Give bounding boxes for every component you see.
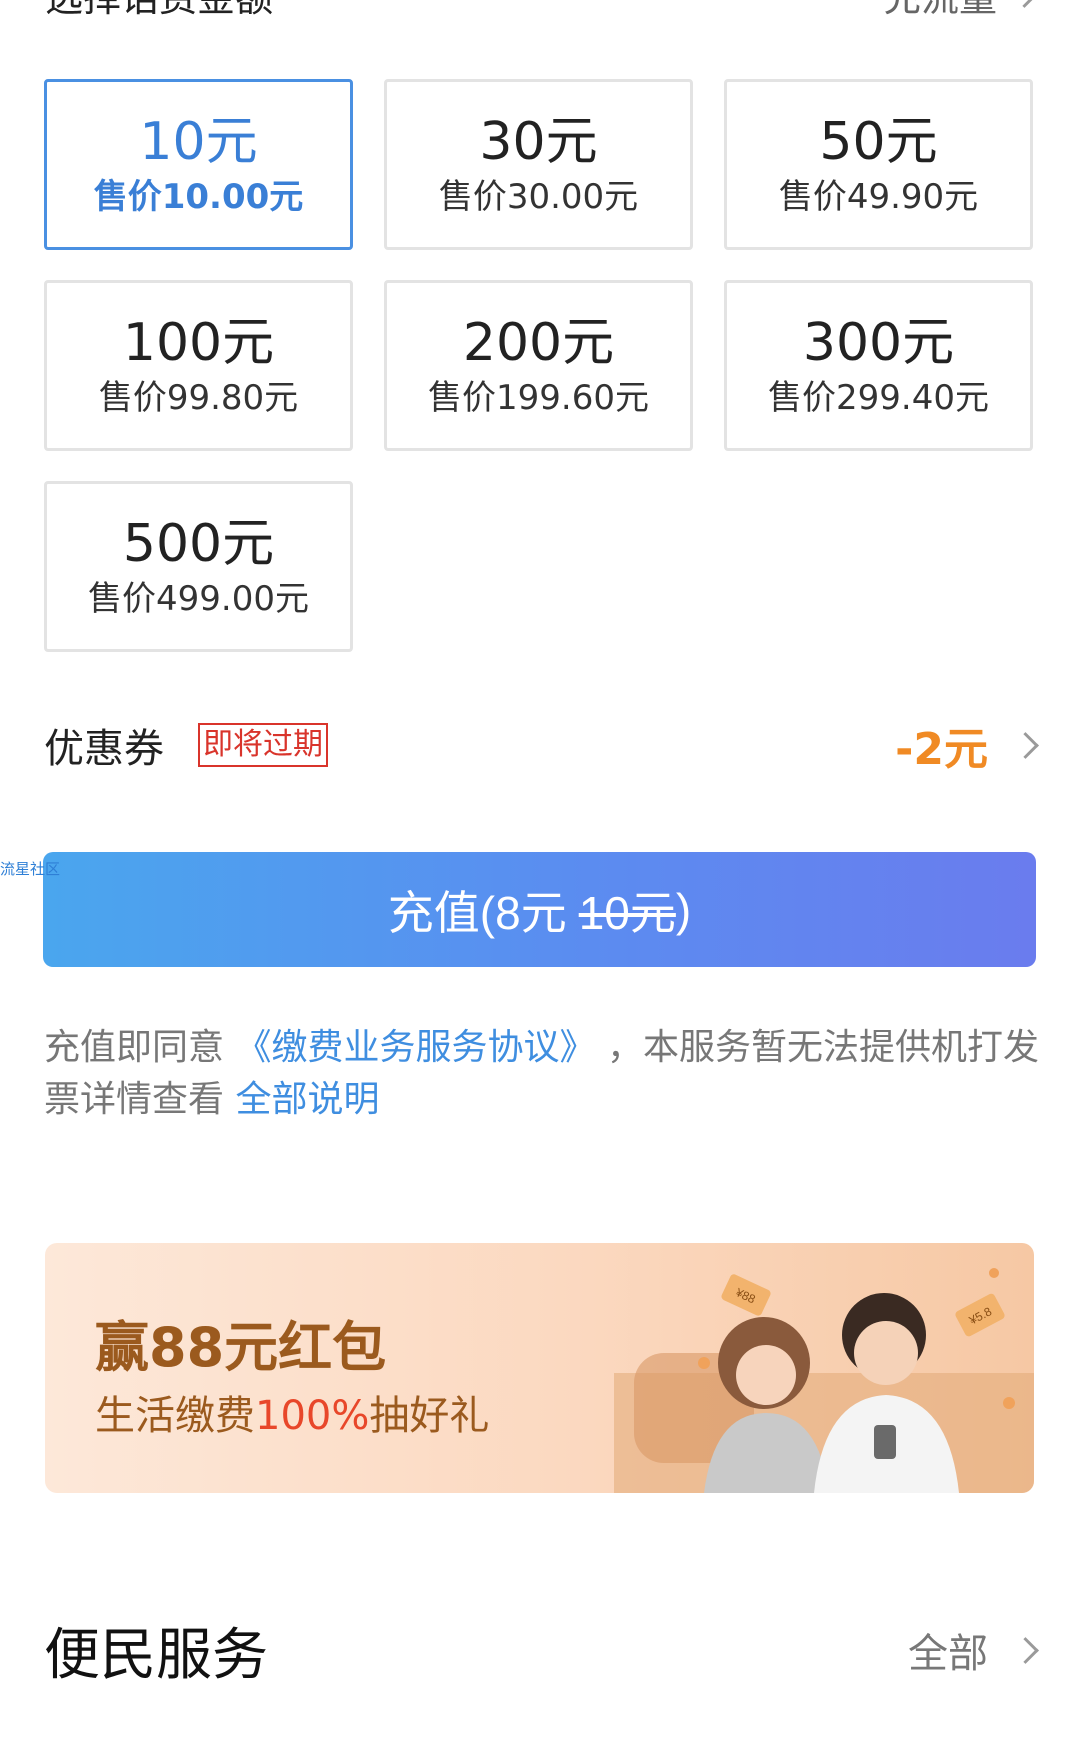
full-description-link[interactable]: 全部说明 [235, 1079, 379, 1120]
ticket-88: ¥88 [721, 1274, 771, 1316]
amount-sale-price: 售价99.80元 [98, 377, 299, 418]
amount-face-value: 500元 [122, 513, 275, 574]
original-price: 10元 [578, 886, 676, 939]
coupon-row[interactable]: 优惠券 即将过期 -2元 [44, 710, 1039, 780]
services-heading: 便民服务 [44, 1622, 268, 1688]
amount-face-value: 50元 [819, 111, 938, 172]
amount-option-300[interactable]: 300元 售价299.40元 [724, 280, 1033, 451]
promo-subtitle-prefix: 生活缴费 [95, 1393, 255, 1439]
amount-option-500[interactable]: 500元 售价499.00元 [44, 481, 353, 652]
data-recharge-label: 充流量 [883, 0, 997, 22]
promo-banner[interactable]: 赢88元红包 生活缴费100%抽好礼 ¥88 ¥5.8 [45, 1243, 1034, 1493]
promo-subtitle-highlight: 100% [255, 1393, 370, 1439]
agreement-text: 充值即同意 《缴费业务服务协议》 ，本服务暂无法提供机打发票详情查看 全部说明 [44, 1022, 1039, 1126]
amount-face-value: 100元 [122, 312, 275, 373]
coupon-label: 优惠券 [44, 726, 164, 772]
service-agreement-link[interactable]: 《缴费业务服务协议》 [235, 1027, 595, 1068]
amount-option-200[interactable]: 200元 售价199.60元 [384, 280, 693, 451]
coupon-discount: -2元 [895, 724, 988, 775]
recharge-suffix: ) [675, 883, 692, 936]
section-title: 选择话费金额 [45, 0, 273, 22]
amount-sale-price: 售价10.00元 [93, 176, 304, 217]
chevron-right-icon [1012, 1636, 1039, 1664]
amount-sale-price: 售价499.00元 [88, 578, 309, 619]
amount-sale-price: 售价199.60元 [428, 377, 649, 418]
amount-option-30[interactable]: 30元 售价30.00元 [384, 79, 693, 250]
watermark: 流星社区 [0, 860, 61, 878]
amount-face-value: 10元 [139, 111, 258, 172]
recharge-button[interactable]: 充值(8元 10元 ) [43, 852, 1036, 967]
coupon-value-group: -2元 [895, 713, 1039, 777]
amount-face-value: 30元 [479, 111, 598, 172]
amount-section-header: 选择话费金额 充流量 [45, 0, 1038, 20]
convenience-services-header: 便民服务 全部 [44, 1610, 1039, 1690]
chevron-right-icon [1011, 0, 1038, 8]
promo-subtitle-suffix: 抽好礼 [369, 1393, 490, 1439]
amount-face-value: 300元 [802, 312, 955, 373]
amount-sale-price: 售价49.90元 [778, 176, 979, 217]
view-all-label: 全部 [908, 1631, 988, 1677]
chevron-right-icon [1012, 731, 1039, 759]
recharge-page: 选择话费金额 充流量 10元 售价10.00元 30元 售价30.00元 50元… [0, 0, 1079, 1743]
recharge-price: 充值(8元 [387, 886, 567, 939]
amount-grid: 10元 售价10.00元 30元 售价30.00元 50元 售价49.90元 1… [44, 79, 1033, 652]
promo-subtitle: 生活缴费100%抽好礼 [95, 1383, 489, 1441]
expiring-badge: 即将过期 [198, 723, 328, 767]
data-recharge-link[interactable]: 充流量 [883, 0, 1038, 22]
promo-title: 赢88元红包 [95, 1316, 387, 1379]
ticket-5-8: ¥5.8 [955, 1293, 1005, 1337]
amount-sale-price: 售价299.40元 [768, 377, 989, 418]
coupon-label-group: 优惠券 即将过期 [44, 716, 328, 774]
amount-option-100[interactable]: 100元 售价99.80元 [44, 280, 353, 451]
amount-sale-price: 售价30.00元 [438, 176, 639, 217]
agreement-prefix: 充值即同意 [44, 1027, 225, 1068]
view-all-services-link[interactable]: 全部 [908, 1621, 1039, 1679]
promo-couple-illustration: ¥88 ¥5.8 [614, 1268, 1034, 1493]
amount-option-50[interactable]: 50元 售价49.90元 [724, 79, 1033, 250]
amount-option-10[interactable]: 10元 售价10.00元 [44, 79, 353, 250]
amount-face-value: 200元 [462, 312, 615, 373]
